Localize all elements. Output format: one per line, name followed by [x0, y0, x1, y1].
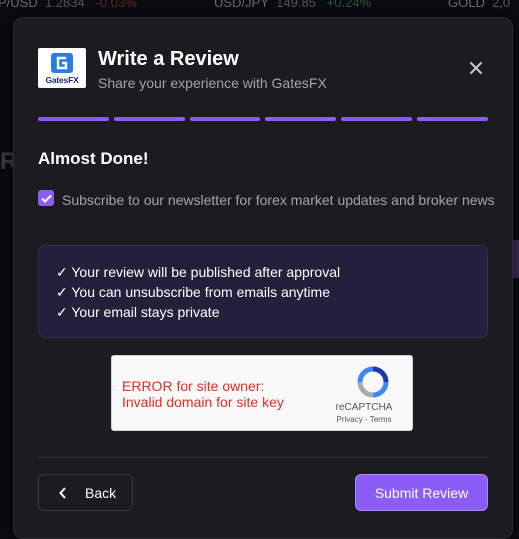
- recaptcha-brand: reCAPTCHA: [335, 402, 393, 413]
- recaptcha-error-line: Invalid domain for site key: [122, 394, 284, 410]
- newsletter-checkbox[interactable]: [38, 190, 54, 206]
- info-item: ✓ You can unsubscribe from emails anytim…: [56, 284, 330, 300]
- newsletter-label[interactable]: Subscribe to our newsletter for forex ma…: [62, 190, 502, 210]
- footer-divider: [38, 457, 488, 458]
- ticker-item: USD/JPY 149.85 +0.24%: [214, 0, 371, 10]
- recaptcha-links[interactable]: Privacy - Terms: [316, 415, 412, 424]
- ticker-change: +0.24%: [326, 0, 372, 10]
- ticker-change: -0.03%: [95, 0, 137, 10]
- logo-text: GatesFX: [45, 75, 79, 85]
- submit-button-label: Submit Review: [374, 484, 469, 501]
- progress-step: [417, 117, 488, 121]
- ticker-pair: USD/JPY: [214, 0, 269, 10]
- back-button-label: Back: [85, 484, 117, 501]
- modal-title: Write a Review: [98, 48, 239, 70]
- recaptcha-widget[interactable]: ERROR for site owner: Invalid domain for…: [111, 355, 413, 431]
- gatesfx-logo-icon: [51, 53, 73, 73]
- info-item: ✓ Your review will be published after ap…: [56, 264, 341, 280]
- back-button[interactable]: Back: [38, 474, 133, 511]
- info-box: ✓ Your review will be published after ap…: [38, 245, 488, 338]
- info-item: ✓ Your email stays private: [56, 304, 220, 320]
- ticker-price: 149.85: [276, 0, 316, 10]
- modal-subtitle: Share your experience with GatesFX: [98, 75, 327, 91]
- ticker-item: P/USD 1.2834 -0.03%: [0, 0, 137, 10]
- ticker-price: 2,0: [492, 0, 511, 10]
- ticker-pair: P/USD: [0, 0, 38, 10]
- progress-step: [189, 117, 261, 121]
- recaptcha-icon: [357, 366, 389, 398]
- recaptcha-error-line: ERROR for site owner:: [122, 378, 265, 394]
- close-button[interactable]: [466, 58, 486, 78]
- price-ticker: P/USD 1.2834 -0.03% USD/JPY 149.85 +0.24…: [0, 0, 519, 16]
- progress-step: [113, 117, 185, 121]
- ticker-pair: GOLD: [448, 0, 485, 10]
- progress-step: [265, 117, 337, 121]
- ticker-price: 1.2834: [44, 0, 85, 10]
- checkmark-icon: [40, 194, 52, 203]
- step-progress: [38, 117, 488, 121]
- chevron-left-icon: [59, 486, 67, 499]
- broker-logo: GatesFX: [38, 48, 86, 88]
- progress-step: [38, 117, 109, 121]
- submit-review-button[interactable]: Submit Review: [355, 474, 488, 511]
- progress-step: [341, 117, 413, 121]
- close-icon[interactable]: [470, 62, 482, 74]
- recaptcha-error: ERROR for site owner: Invalid domain for…: [122, 378, 284, 410]
- step-title: Almost Done!: [38, 149, 149, 168]
- ticker-item: GOLD 2,0: [448, 0, 510, 10]
- review-modal: GatesFX Write a Review Share your experi…: [13, 17, 513, 539]
